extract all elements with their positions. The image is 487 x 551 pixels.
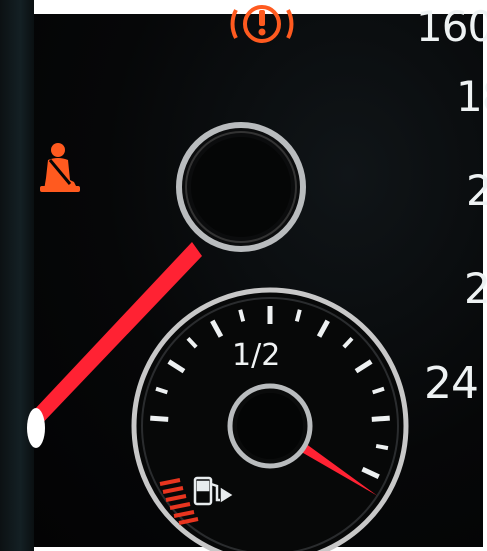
speedometer-center-cap [176,122,306,252]
speed-label-160: 160 [416,2,487,51]
fuel-gauge: 1/2 [131,287,409,551]
speedometer-needle-tip-glow [27,408,45,448]
fuel-tick [150,415,169,422]
fuel-tick [371,415,390,422]
parking-brake-warning-icon [230,5,294,43]
instrument-cluster: 1/2 [27,5,409,551]
speed-label-240: 24 [424,358,479,409]
speed-label-200: 2 [466,166,487,215]
fuel-tick [375,443,389,451]
seatbelt-warning-icon [40,143,80,192]
fuel-half-mark: 1/2 [232,338,280,373]
speed-label-180: 18 [456,72,487,121]
speed-label-220: 2 [464,264,487,313]
